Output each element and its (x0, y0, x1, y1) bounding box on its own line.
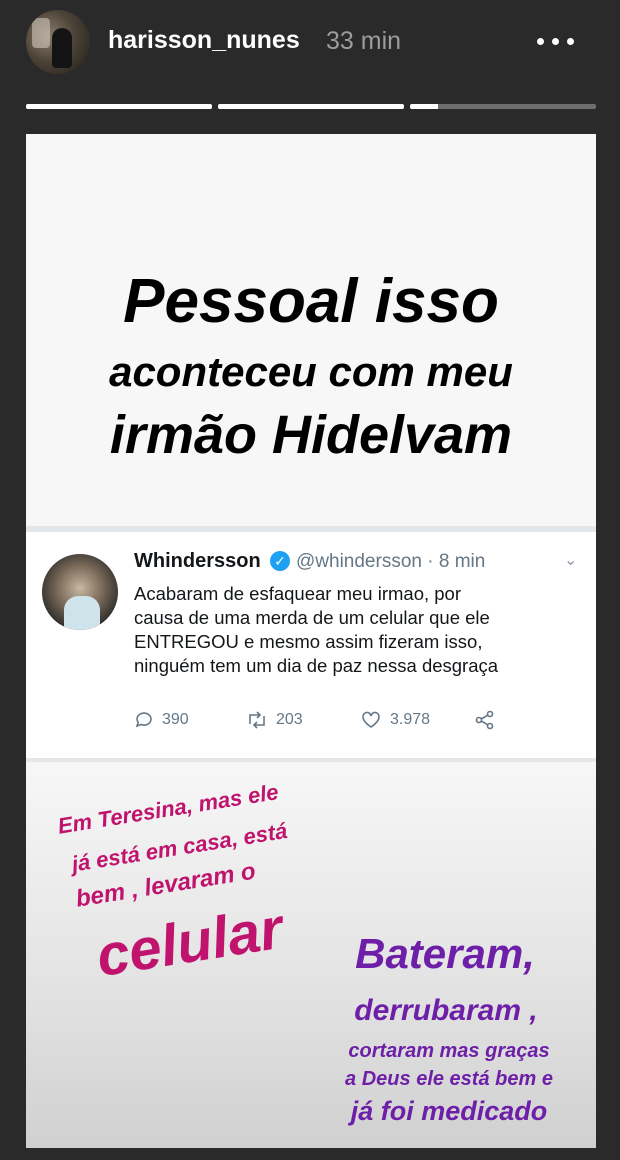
share-action (474, 710, 496, 730)
chevron-down-icon: ⌄ (564, 552, 578, 569)
tweet-actions: 390 203 3.978 (134, 710, 554, 734)
story-header: harisson_nunes 33 min (0, 0, 620, 90)
progress-segment (410, 104, 596, 109)
headline-line: irmão Hidelvam (109, 405, 513, 465)
headline-line: aconteceu com meu (109, 348, 513, 395)
progress-segment (26, 104, 212, 109)
tweet-text-line: Acabaram de esfaquear meu irmao, por (134, 583, 462, 604)
retweet-count: 203 (276, 711, 303, 728)
tweet-card: Whindersson ✓ @whindersson · 8 min ⌄ Aca… (26, 526, 596, 764)
avatar[interactable] (26, 10, 90, 74)
verified-icon: ✓ (270, 551, 290, 571)
purple-caption-line: derrubaram , (354, 994, 538, 1027)
dot-icon (551, 37, 559, 45)
tweet-avatar (42, 554, 118, 630)
retweet-icon (249, 711, 265, 729)
progress-segment (218, 104, 404, 109)
avatar-figure (52, 28, 72, 68)
tweet-text-line: ENTREGOU e mesmo assim fizeram isso, (134, 631, 483, 652)
like-count: 3.978 (390, 711, 431, 728)
tweet-author-name: Whindersson (134, 550, 261, 572)
headline-line: Pessoal isso (123, 267, 499, 336)
username[interactable]: harisson_nunes (108, 26, 300, 55)
heart-icon (362, 711, 380, 728)
more-options-button[interactable] (530, 28, 580, 54)
share-icon (475, 710, 494, 730)
post-time: 33 min (326, 27, 402, 55)
avatar-highlight (32, 18, 50, 48)
purple-caption-line: cortaram mas graças (348, 1040, 550, 1062)
retweet-action: 203 (246, 710, 303, 730)
story-content[interactable]: Pessoal isso aconteceu com meu irmão Hid… (26, 134, 596, 1148)
purple-caption-line: a Deus ele está bem e (345, 1068, 553, 1090)
reply-action: 390 (134, 710, 189, 730)
tweet-handle: @whindersson · 8 min (296, 551, 486, 572)
purple-caption-line: Bateram, (355, 930, 535, 977)
dot-icon (566, 37, 574, 45)
reply-count: 390 (162, 711, 189, 728)
reply-icon (135, 712, 152, 728)
dot-icon (536, 37, 544, 45)
tweet-text: Acabaram de esfaquear meu irmao, por cau… (134, 582, 584, 678)
tweet-avatar-figure (64, 596, 100, 630)
purple-caption-line: já foi medicado (350, 1096, 548, 1126)
like-action: 3.978 (360, 710, 430, 730)
tweet-text-line: ninguém tem um dia de paz nessa desgraça (134, 655, 499, 676)
story-progress (26, 104, 596, 109)
tweet-text-line: causa de uma merda de um celular que ele (134, 607, 490, 628)
